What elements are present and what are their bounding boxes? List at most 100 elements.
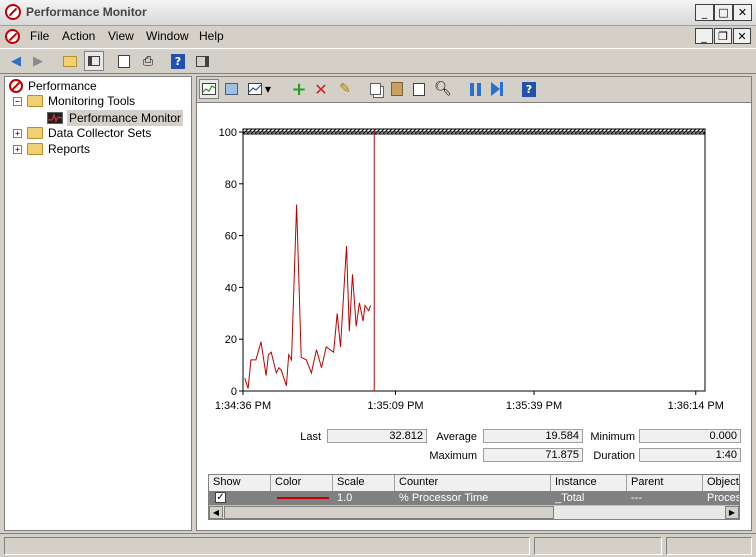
child-restore-button[interactable]: ❐ — [714, 28, 732, 44]
tree-item-monitoring-tools[interactable]: Monitoring Tools — [27, 94, 135, 108]
y-tick-label: 20 — [225, 334, 237, 346]
folder-icon — [27, 95, 43, 107]
view-current-activity-icon[interactable] — [199, 79, 219, 99]
last-label: Last — [300, 431, 321, 443]
child-close-button[interactable]: ✕ — [733, 28, 751, 44]
status-pane-secondary — [534, 537, 662, 555]
folder-icon — [27, 127, 43, 139]
color-swatch — [277, 497, 329, 499]
tree-item-label: Monitoring Tools — [48, 94, 136, 108]
tree-item-label: Performance Monitor — [67, 110, 184, 126]
tree-item-data-collector-sets[interactable]: Data Collector Sets — [27, 126, 151, 140]
x-tick-label: 1:35:39 PM — [506, 400, 562, 412]
expand-icon[interactable]: + — [13, 129, 22, 138]
show-hide-tree-icon[interactable] — [84, 51, 104, 71]
menu-window[interactable]: Window — [146, 29, 189, 43]
table-row[interactable]: ✓ 1.0 % Processor Time _Total --- Proces… — [209, 491, 739, 505]
collapse-icon[interactable]: − — [13, 97, 22, 106]
update-data-icon[interactable] — [487, 79, 507, 99]
status-pane-main — [4, 537, 530, 555]
add-counter-icon[interactable]: + — [289, 79, 309, 100]
graph-toolbar: ▼ + ✕ ✎ 🔍︎ ? — [197, 77, 751, 103]
column-header-parent[interactable]: Parent — [627, 475, 703, 491]
counter-grid: Show Color Scale Counter Instance Parent… — [208, 474, 740, 520]
x-tick-label: 1:34:36 PM — [215, 400, 271, 412]
tree-item-reports[interactable]: Reports — [27, 142, 90, 156]
delete-counter-icon[interactable]: ✕ — [311, 79, 331, 99]
help-icon[interactable]: ? — [168, 51, 188, 71]
line-graph[interactable]: 0 20 40 60 80 100 1:34:36 PM 1:35:09 PM 1:35:39… — [197, 104, 751, 444]
document-icon[interactable] — [5, 29, 20, 44]
tree-item-performance-monitor[interactable]: Performance Monitor — [47, 110, 184, 126]
scrollbar-thumb[interactable] — [224, 506, 554, 519]
menu-help[interactable]: Help — [199, 29, 224, 43]
change-graph-type-icon[interactable] — [245, 79, 265, 99]
paste-counter-list-icon[interactable] — [387, 79, 407, 99]
tree-item-performance[interactable]: Performance — [9, 79, 97, 93]
title-bar: Performance Monitor _ □ ✕ — [0, 0, 756, 26]
help-icon[interactable]: ? — [519, 79, 539, 99]
main-toolbar: ◀ ▶ ⎙ ? — [0, 48, 756, 74]
folder-icon — [27, 143, 43, 155]
y-tick-label: 80 — [225, 179, 237, 191]
minimum-value: 0.000 — [639, 429, 741, 443]
column-header-color[interactable]: Color — [271, 475, 333, 491]
status-pane-tertiary — [666, 537, 752, 555]
performance-icon — [9, 79, 23, 93]
duration-value: 1:40 — [639, 448, 741, 462]
column-header-object[interactable]: Object — [703, 475, 739, 491]
x-tick-label: 1:36:14 PM — [668, 400, 724, 412]
back-arrow-icon[interactable]: ◀ — [6, 51, 26, 71]
object-cell: Processor — [707, 492, 739, 504]
y-tick-label: 60 — [225, 231, 237, 243]
window-title: Performance Monitor — [26, 5, 147, 19]
horizontal-scrollbar[interactable]: ◀ ▶ — [209, 505, 739, 519]
status-bar — [0, 533, 756, 557]
menu-bar: File Action View Window Help _ ❐ ✕ — [0, 26, 756, 48]
properties-icon[interactable] — [409, 79, 429, 99]
minimum-label: Minimum — [590, 431, 635, 443]
instance-cell: _Total — [555, 492, 585, 504]
graph-top-border — [242, 128, 706, 135]
menu-action[interactable]: Action — [62, 29, 95, 43]
menu-file[interactable]: File — [30, 29, 49, 43]
graph-type-dropdown-icon[interactable]: ▼ — [263, 79, 273, 99]
tree-item-label: Data Collector Sets — [48, 126, 152, 140]
highlight-icon[interactable]: ✎ — [335, 79, 355, 99]
last-value: 32.812 — [327, 429, 427, 443]
expand-icon[interactable]: + — [13, 145, 22, 154]
y-tick-label: 100 — [219, 127, 237, 139]
counter-cell: % Processor Time — [399, 492, 489, 504]
scroll-right-icon[interactable]: ▶ — [725, 506, 739, 519]
zoom-icon[interactable]: 🔍︎ — [433, 79, 453, 99]
child-minimize-button[interactable]: _ — [695, 28, 713, 44]
column-header-show[interactable]: Show — [209, 475, 271, 491]
scroll-left-icon[interactable]: ◀ — [209, 506, 223, 519]
tree-item-label: Performance — [28, 79, 97, 93]
up-folder-icon[interactable] — [60, 51, 80, 71]
view-log-data-icon[interactable] — [221, 79, 241, 99]
maximum-label: Maximum — [429, 450, 477, 462]
scale-cell: 1.0 — [337, 492, 353, 504]
performance-monitor-icon — [47, 112, 63, 124]
show-checkbox[interactable]: ✓ — [215, 492, 226, 503]
show-hide-action-pane-icon[interactable] — [192, 51, 212, 71]
forward-arrow-icon[interactable]: ▶ — [28, 51, 48, 71]
minimize-button[interactable]: _ — [695, 4, 714, 21]
maximize-button[interactable]: □ — [714, 4, 733, 21]
copy-properties-icon[interactable] — [365, 79, 385, 99]
average-label: Average — [436, 431, 477, 443]
column-header-scale[interactable]: Scale — [333, 475, 395, 491]
plot-area — [242, 131, 706, 392]
y-tick-label: 40 — [225, 282, 237, 294]
menu-view[interactable]: View — [108, 29, 134, 43]
freeze-display-icon[interactable] — [465, 79, 485, 99]
tree-item-label: Reports — [48, 142, 91, 156]
maximum-value: 71.875 — [483, 448, 583, 462]
column-header-instance[interactable]: Instance — [551, 475, 627, 491]
close-button[interactable]: ✕ — [733, 4, 752, 21]
properties-icon[interactable] — [114, 51, 134, 71]
print-icon[interactable]: ⎙ — [138, 51, 158, 71]
column-header-counter[interactable]: Counter — [395, 475, 551, 491]
duration-label: Duration — [593, 450, 635, 462]
